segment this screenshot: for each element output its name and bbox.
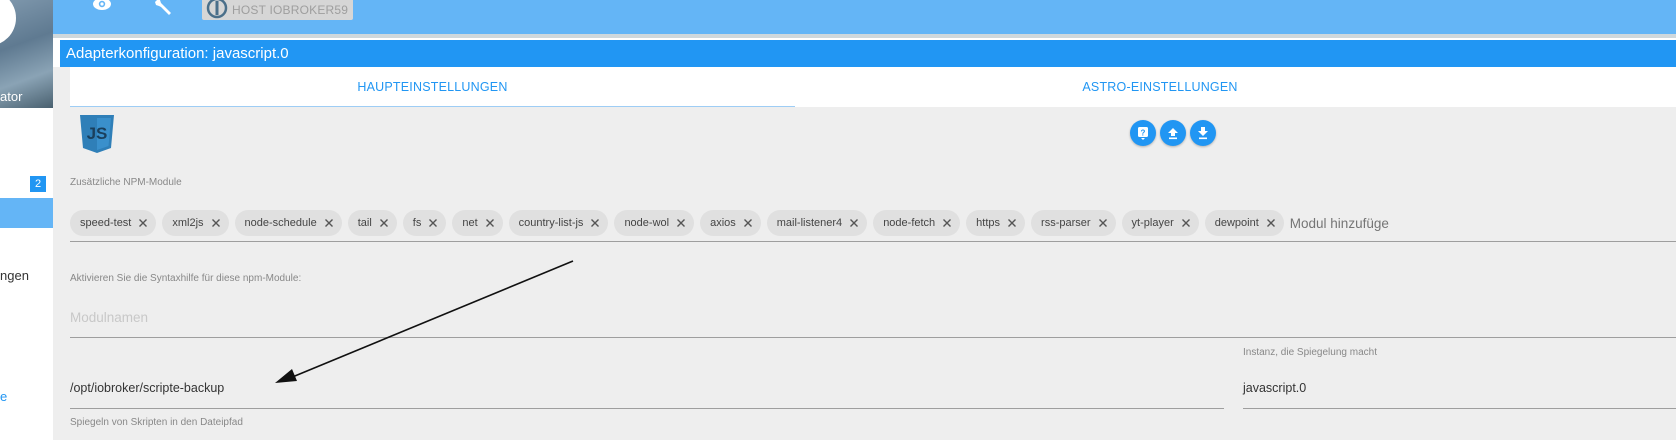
module-chip: speed-test [70,210,157,236]
module-chip-label: https [976,217,1001,229]
tab-astro-settings[interactable]: ASTRO-EINSTELLUNGEN [795,67,1525,107]
instance-underline [1243,408,1676,409]
remove-chip-icon[interactable] [942,218,952,228]
toolbar-divider [0,34,1676,38]
module-chip-label: fs [412,217,422,229]
module-chip: https [966,210,1026,236]
drawer-item-label[interactable]: ngen [0,268,29,283]
module-chip: node-schedule [234,210,342,236]
module-chip-label: xml2js [172,217,204,229]
mirror-path-underline [70,408,1224,409]
npm-modules-chips: speed-test xml2js node-schedule tail fs net co… [70,209,1430,237]
module-chip: axios [700,210,761,236]
module-chip: node-wol [614,210,695,236]
wrench-icon[interactable] [153,0,181,16]
tab-main-settings[interactable]: HAUPTEINSTELLUNGEN [70,67,795,107]
host-selector[interactable]: HOST IOBROKER59 [202,0,353,20]
module-chip: country-list-js [508,210,609,236]
module-chip-label: node-wol [624,217,670,229]
module-names-underline [70,337,1676,338]
module-chip: yt-player [1121,210,1199,236]
module-chip: xml2js [162,210,229,236]
page-title: Adapterkonfiguration: javascript.0 [60,40,1676,67]
module-chip: net [452,210,503,236]
module-chip: node-fetch [873,210,961,236]
host-label: HOST IOBROKER59 [232,3,349,17]
remove-chip-icon[interactable] [590,218,600,228]
module-chip-label: rss-parser [1041,217,1091,229]
tab-bar: HAUPTEINSTELLUNGEN ASTRO-EINSTELLUNGEN [70,67,1676,107]
side-drawer: ator 2 ngen e [0,0,53,440]
module-chip-label: node-fetch [883,217,936,229]
module-chip: fs [402,210,447,236]
mirror-path-helper: Spiegeln von Skripten in den Dateipfad [70,417,243,428]
download-icon [1198,127,1208,140]
avatar[interactable] [0,0,16,46]
remove-chip-icon[interactable] [1266,218,1276,228]
remove-chip-icon[interactable] [676,218,686,228]
svg-text:?: ? [1141,129,1146,138]
module-chip-label: speed-test [80,217,132,229]
help-icon: ? [1138,127,1148,140]
module-chip-label: dewpoint [1214,217,1259,229]
remove-chip-icon[interactable] [138,218,148,228]
remove-chip-icon[interactable] [379,218,389,228]
module-chip-label: country-list-js [518,217,584,229]
drawer-header: ator [0,0,53,108]
npm-modules-underline [70,241,1676,242]
drawer-count-badge: 2 [30,176,46,192]
eye-icon[interactable] [89,0,117,16]
remove-chip-icon[interactable] [849,218,859,228]
module-chip-label: axios [710,217,736,229]
download-button[interactable] [1190,120,1216,146]
remove-chip-icon[interactable] [324,218,334,228]
module-chip-label: tail [357,217,372,229]
remove-chip-icon[interactable] [1098,218,1108,228]
remove-chip-icon[interactable] [428,218,438,228]
help-button[interactable]: ? [1130,120,1156,146]
mirror-path-field[interactable]: /opt/iobroker/scripte-backup [70,381,224,395]
upload-icon [1168,128,1178,140]
remove-chip-icon[interactable] [485,218,495,228]
iobroker-logo-icon [206,0,228,19]
module-chip-label: node-schedule [244,217,317,229]
module-chip-label: mail-listener4 [776,217,843,229]
module-names-input[interactable] [70,310,1670,325]
config-panel [53,67,1676,440]
module-chip: tail [347,210,397,236]
instance-select[interactable]: javascript.0 [1243,381,1306,395]
javascript-logo-icon: JS [80,115,114,153]
upload-button[interactable] [1160,120,1186,146]
module-chip: dewpoint [1204,210,1284,236]
svg-text:JS: JS [87,124,108,143]
drawer-item-bottom[interactable]: e [0,389,7,404]
instance-label: Instanz, die Spiegelung macht [1243,347,1377,358]
module-chip-label: yt-player [1131,217,1174,229]
remove-chip-icon[interactable] [1007,218,1017,228]
drawer-item-active[interactable] [0,198,53,228]
drawer-user-label: ator [0,89,23,104]
module-chip: rss-parser [1031,210,1116,236]
npm-modules-label: Zusätzliche NPM-Module [70,177,182,188]
module-chip: mail-listener4 [766,210,868,236]
remove-chip-icon[interactable] [1181,218,1191,228]
module-chip-label: net [462,217,478,229]
module-add-input[interactable] [1289,215,1430,231]
remove-chip-icon[interactable] [211,218,221,228]
remove-chip-icon[interactable] [743,218,753,228]
syntax-help-label: Aktivieren Sie die Syntaxhilfe für diese… [70,273,302,284]
